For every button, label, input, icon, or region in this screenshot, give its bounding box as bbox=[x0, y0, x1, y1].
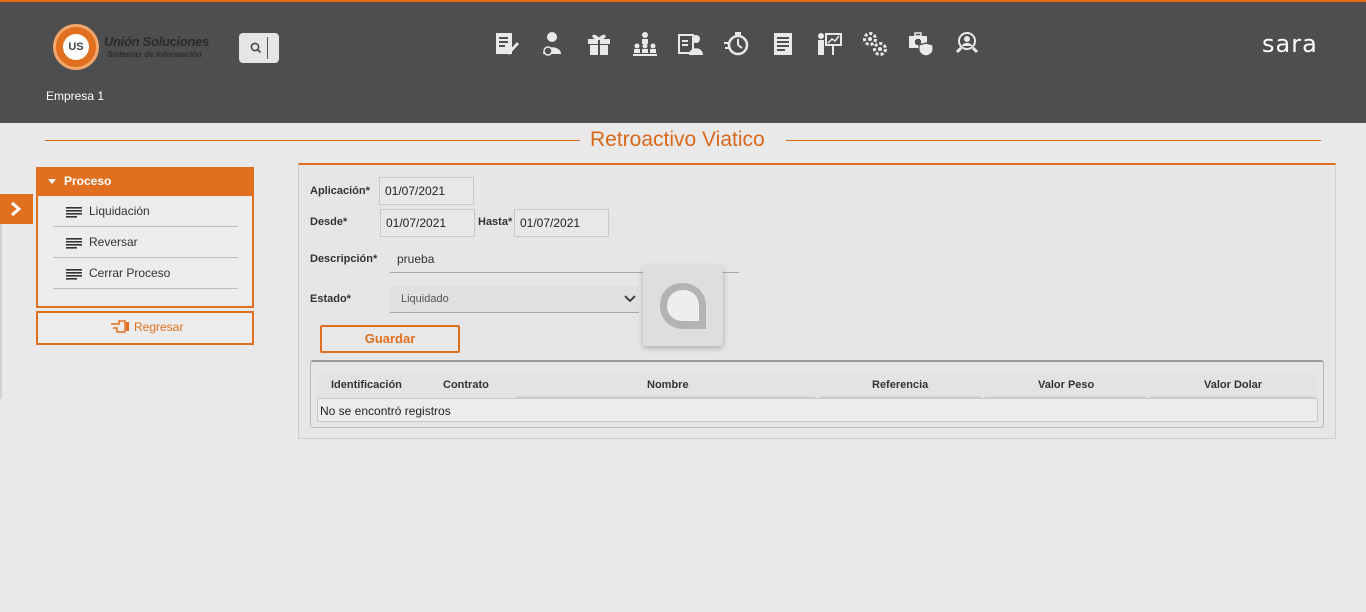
org-chart-icon[interactable] bbox=[631, 30, 659, 58]
search-button[interactable] bbox=[239, 33, 279, 63]
top-header: US Unión Soluciones Sistemas de Informac… bbox=[0, 0, 1366, 123]
menu-item-label: Liquidación bbox=[89, 204, 150, 218]
logo-mark: US bbox=[63, 34, 89, 60]
chevron-right-icon bbox=[11, 201, 22, 217]
desde-date-input[interactable]: 01/07/2021 bbox=[380, 209, 475, 237]
hasta-date-input[interactable]: 01/07/2021 bbox=[514, 209, 609, 237]
save-button[interactable]: Guardar bbox=[320, 325, 460, 353]
report-list-icon[interactable] bbox=[769, 30, 797, 58]
search-icon bbox=[250, 42, 262, 54]
title-rule-right bbox=[786, 140, 1321, 141]
union-soluciones-logo[interactable]: US Unión Soluciones Sistemas de Informac… bbox=[53, 24, 218, 70]
list-lines-icon bbox=[66, 207, 82, 218]
estado-label: Estado* bbox=[310, 293, 351, 305]
menu-item-liquidacion[interactable]: Liquidación bbox=[53, 196, 238, 227]
brand-title: Unión Soluciones bbox=[104, 34, 209, 49]
brand-subtitle: Sistemas de Información bbox=[107, 50, 202, 59]
estado-selected-value: Liquidado bbox=[401, 293, 449, 305]
logo-circle: US bbox=[53, 24, 99, 70]
stopwatch-icon[interactable] bbox=[723, 30, 751, 58]
column-header-nombre[interactable]: Nombre bbox=[647, 379, 689, 391]
user-money-icon[interactable] bbox=[539, 30, 567, 58]
caret-down-icon bbox=[48, 179, 56, 185]
user-id-card-icon[interactable] bbox=[677, 30, 705, 58]
column-header-valor-peso[interactable]: Valor Peso bbox=[1038, 379, 1094, 391]
company-name: Empresa 1 bbox=[46, 89, 105, 103]
chevron-down-icon bbox=[624, 295, 636, 303]
aplicacion-label: Aplicación* bbox=[310, 185, 370, 197]
process-menu-header[interactable]: Proceso bbox=[38, 169, 252, 196]
medical-shield-icon[interactable] bbox=[907, 30, 935, 58]
list-lines-icon bbox=[66, 269, 82, 280]
back-button-label: Regresar bbox=[134, 320, 184, 334]
back-button[interactable]: Regresar bbox=[36, 311, 254, 345]
estado-select[interactable]: Liquidado bbox=[390, 286, 639, 313]
hand-pointing-left-icon bbox=[111, 320, 129, 333]
presentation-board-icon[interactable] bbox=[815, 30, 843, 58]
title-rule-left bbox=[45, 140, 580, 141]
process-menu-title: Proceso bbox=[64, 174, 112, 188]
descripcion-label: Descripción* bbox=[310, 253, 378, 265]
column-header-identificacion[interactable]: Identificación bbox=[331, 379, 402, 391]
user-search-icon[interactable] bbox=[953, 30, 981, 58]
column-header-valor-dolar[interactable]: Valor Dolar bbox=[1204, 379, 1262, 391]
table-header: Identificación Contrato Nombre Referenci… bbox=[317, 374, 1318, 398]
sara-logo: sara bbox=[1262, 30, 1318, 58]
list-lines-icon bbox=[66, 238, 82, 249]
sidebar-toggle-button[interactable] bbox=[0, 194, 33, 224]
gears-icon[interactable] bbox=[861, 30, 889, 58]
document-edit-icon[interactable] bbox=[493, 30, 521, 58]
results-table: Identificación Contrato Nombre Referenci… bbox=[310, 360, 1324, 428]
aplicacion-date-input[interactable]: 01/07/2021 bbox=[379, 177, 474, 205]
page-title: Retroactivo Viatico bbox=[590, 128, 765, 151]
process-menu: Proceso Liquidación Reversar Cerrar Proc… bbox=[36, 167, 254, 308]
gift-icon[interactable] bbox=[585, 30, 613, 58]
loading-spinner-icon bbox=[660, 283, 706, 329]
table-empty-row: No se encontró registros bbox=[317, 398, 1318, 422]
menu-item-label: Reversar bbox=[89, 235, 138, 249]
menu-item-label: Cerrar Proceso bbox=[89, 266, 171, 280]
menu-item-reversar[interactable]: Reversar bbox=[53, 227, 238, 258]
search-divider bbox=[267, 37, 268, 59]
sidebar-edge bbox=[0, 224, 2, 399]
column-header-referencia[interactable]: Referencia bbox=[872, 379, 928, 391]
desde-label: Desde* bbox=[310, 216, 348, 228]
hasta-label: Hasta* bbox=[478, 216, 513, 228]
menu-item-cerrar-proceso[interactable]: Cerrar Proceso bbox=[53, 258, 238, 289]
column-header-contrato[interactable]: Contrato bbox=[443, 379, 489, 391]
loading-indicator bbox=[643, 266, 723, 346]
